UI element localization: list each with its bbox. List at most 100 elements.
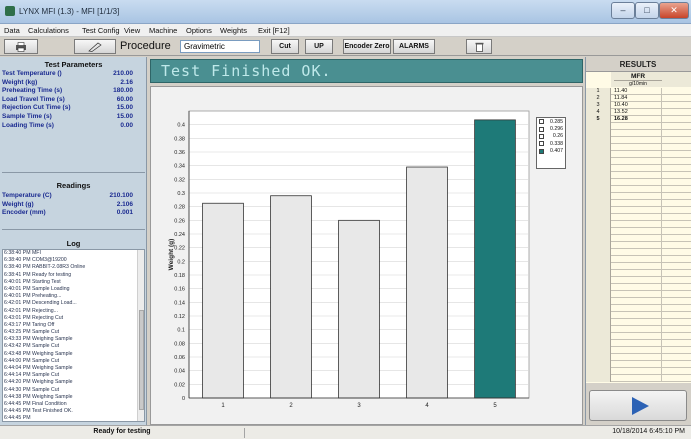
procedure-field[interactable]: Gravimetric bbox=[180, 40, 260, 53]
results-row[interactable] bbox=[586, 270, 691, 277]
results-row[interactable] bbox=[586, 368, 691, 375]
results-row[interactable] bbox=[586, 326, 691, 333]
results-row[interactable] bbox=[586, 291, 691, 298]
results-row[interactable] bbox=[586, 144, 691, 151]
log-line: 6:43:42 PM Sample Cut bbox=[4, 343, 60, 350]
scroll-thumb[interactable] bbox=[139, 310, 144, 410]
extra-cell bbox=[662, 228, 691, 235]
encoder-zero-button[interactable]: Encoder Zero bbox=[343, 39, 391, 54]
results-row[interactable] bbox=[586, 158, 691, 165]
results-row[interactable] bbox=[586, 333, 691, 340]
results-header: MFR g/10min bbox=[611, 72, 691, 87]
log-line: 6:44:45 PM bbox=[4, 415, 31, 422]
results-row[interactable] bbox=[586, 207, 691, 214]
bar-5 bbox=[474, 119, 516, 399]
menu-weights[interactable]: Weights bbox=[220, 26, 247, 35]
results-row[interactable] bbox=[586, 319, 691, 326]
alarms-button[interactable]: ALARMS bbox=[393, 39, 435, 54]
app-icon bbox=[5, 6, 15, 16]
results-row[interactable] bbox=[586, 340, 691, 347]
print-button[interactable] bbox=[4, 39, 38, 54]
row-number bbox=[586, 284, 611, 291]
results-row[interactable] bbox=[586, 347, 691, 354]
results-row[interactable] bbox=[586, 305, 691, 312]
results-row[interactable] bbox=[586, 200, 691, 207]
results-row[interactable]: 1 11.40 bbox=[586, 88, 691, 95]
y-tick-label: 0.08 bbox=[174, 341, 185, 347]
cut-button[interactable]: Cut bbox=[271, 39, 299, 54]
results-row[interactable] bbox=[586, 193, 691, 200]
row-number bbox=[586, 312, 611, 319]
up-button[interactable]: UP bbox=[305, 39, 333, 54]
delete-button[interactable] bbox=[466, 39, 492, 54]
results-row[interactable] bbox=[586, 298, 691, 305]
results-row[interactable] bbox=[586, 284, 691, 291]
results-row[interactable] bbox=[586, 263, 691, 270]
results-row[interactable] bbox=[586, 137, 691, 144]
results-row[interactable] bbox=[586, 123, 691, 130]
results-row[interactable] bbox=[586, 256, 691, 263]
mfr-value bbox=[614, 214, 662, 221]
results-row[interactable] bbox=[586, 249, 691, 256]
reading-label: Temperature (C) bbox=[2, 192, 52, 199]
results-row[interactable] bbox=[586, 235, 691, 242]
y-tick-label: 0.28 bbox=[174, 205, 185, 211]
results-row[interactable] bbox=[586, 277, 691, 284]
menu-test-config[interactable]: Test Config bbox=[82, 26, 120, 35]
results-row[interactable]: 3 10.40 bbox=[586, 102, 691, 109]
row-number bbox=[586, 235, 611, 242]
extra-cell bbox=[662, 340, 691, 347]
divider bbox=[2, 229, 145, 230]
results-row[interactable] bbox=[586, 151, 691, 158]
param-label: Test Temperature () bbox=[2, 70, 62, 77]
mfr-value bbox=[614, 263, 662, 270]
maximize-button[interactable]: □ bbox=[635, 2, 659, 19]
results-row[interactable] bbox=[586, 354, 691, 361]
menu-options[interactable]: Options bbox=[186, 26, 212, 35]
results-row[interactable] bbox=[586, 214, 691, 221]
extra-cell bbox=[662, 207, 691, 214]
menu-machine[interactable]: Machine bbox=[149, 26, 177, 35]
results-row[interactable] bbox=[586, 361, 691, 368]
results-row[interactable]: 2 11.84 bbox=[586, 95, 691, 102]
results-row[interactable]: 5 16.28 bbox=[586, 116, 691, 123]
results-row[interactable]: 4 13.52 bbox=[586, 109, 691, 116]
results-row[interactable] bbox=[586, 165, 691, 172]
close-button[interactable]: ✕ bbox=[659, 2, 689, 19]
x-tick-label: 2 bbox=[289, 403, 293, 409]
results-row[interactable] bbox=[586, 172, 691, 179]
log-line: 6:44:45 PM Test Finished OK. bbox=[4, 408, 73, 415]
menu-data[interactable]: Data bbox=[4, 26, 20, 35]
y-tick-label: 0.06 bbox=[174, 355, 185, 361]
start-button[interactable] bbox=[589, 390, 687, 421]
row-number bbox=[586, 123, 611, 130]
row-number: 4 bbox=[586, 109, 611, 116]
log-line: 6:38:40 PM RABBIT-2.08R3 Online bbox=[4, 264, 86, 271]
left-panel: Test Parameters Test Temperature () 210.0… bbox=[0, 57, 147, 425]
edit-button[interactable] bbox=[74, 39, 116, 54]
mfr-value: 10.40 bbox=[614, 102, 662, 109]
mfr-value bbox=[614, 277, 662, 284]
row-number bbox=[586, 354, 611, 361]
results-grid[interactable]: MFR g/10min 1 11.40 2 11.84 3 10.40 4 13.52 5 16.… bbox=[586, 71, 691, 383]
results-row[interactable] bbox=[586, 186, 691, 193]
row-number bbox=[586, 263, 611, 270]
minimize-button[interactable]: – bbox=[611, 2, 635, 19]
mfr-value bbox=[614, 361, 662, 368]
y-tick-label: 0.1 bbox=[177, 328, 185, 334]
divider bbox=[2, 172, 145, 173]
log-scrollbar[interactable] bbox=[137, 250, 144, 421]
results-row[interactable] bbox=[586, 242, 691, 249]
results-row[interactable] bbox=[586, 221, 691, 228]
results-row[interactable] bbox=[586, 312, 691, 319]
results-row[interactable] bbox=[586, 130, 691, 137]
results-row[interactable] bbox=[586, 179, 691, 186]
y-tick-label: 0.12 bbox=[174, 314, 185, 320]
log-list[interactable]: 6:38:40 PM MFI 6:38:40 PM COM3@19200 6:38:… bbox=[2, 249, 145, 422]
menu-exit[interactable]: Exit [F12] bbox=[258, 26, 290, 35]
menu-calculations[interactable]: Calculations bbox=[28, 26, 69, 35]
results-row[interactable] bbox=[586, 375, 691, 382]
results-row[interactable] bbox=[586, 228, 691, 235]
menu-view[interactable]: View bbox=[124, 26, 140, 35]
param-value: 15.00 bbox=[116, 104, 133, 112]
